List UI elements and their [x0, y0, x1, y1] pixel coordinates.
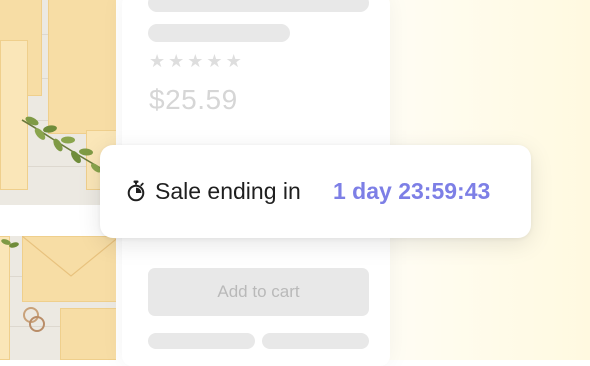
star-icon: ★ [187, 51, 204, 72]
star-icon: ★ [149, 51, 166, 72]
rating-stars: ★ ★ ★ ★ ★ [149, 52, 242, 72]
rings-image [23, 307, 45, 332]
sale-countdown-timer: 1 day 23:59:43 [333, 178, 491, 204]
stopwatch-icon [127, 180, 145, 202]
option-skeleton-right [262, 333, 369, 349]
sale-ending-label: Sale ending in [155, 178, 301, 204]
product-title-skeleton [148, 0, 369, 12]
option-skeleton-left [148, 333, 255, 349]
product-photo-thumbnail [0, 236, 116, 360]
eucalyptus-sprig-image [21, 116, 105, 173]
product-photo-main [0, 0, 116, 205]
star-icon: ★ [206, 51, 223, 72]
star-icon: ★ [225, 51, 242, 72]
add-to-cart-button[interactable]: Add to cart [148, 268, 369, 316]
star-icon: ★ [168, 51, 185, 72]
product-subtitle-skeleton [148, 24, 290, 42]
product-price: $25.59 [149, 84, 238, 115]
